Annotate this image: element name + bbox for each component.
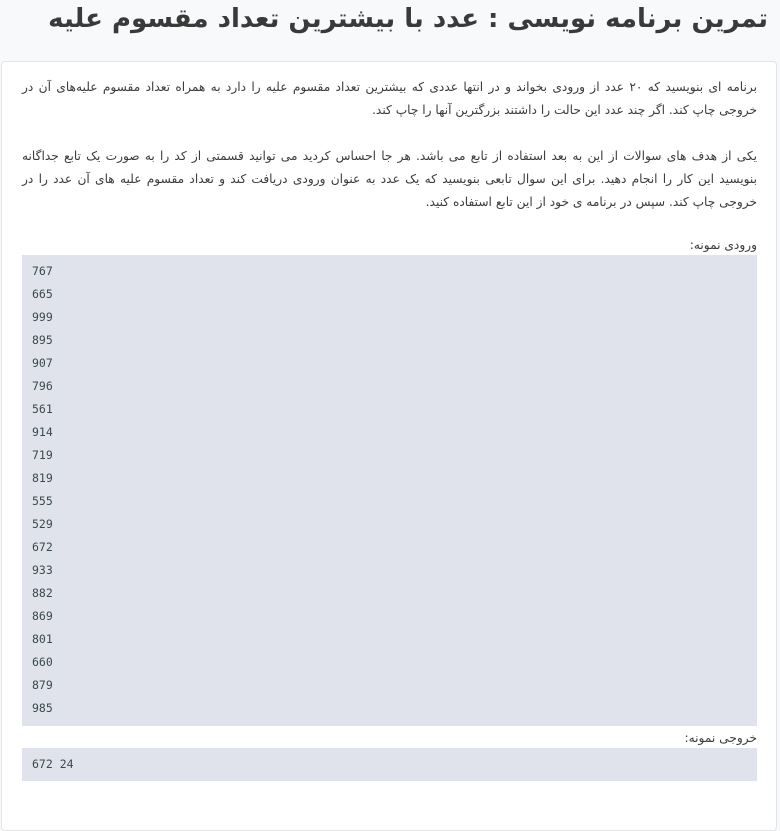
sample-input-line: 561	[32, 402, 53, 416]
sample-input-line: 660	[32, 655, 53, 669]
sample-input-line: 869	[32, 609, 53, 623]
problem-card: برنامه ای بنویسید که ۲۰ عدد از ورودی بخو…	[1, 61, 777, 831]
function-requirement: یکی از هدف های سوالات از این به بعد استف…	[22, 149, 757, 209]
sample-input-line: 719	[32, 448, 53, 462]
sample-input-line: 914	[32, 425, 53, 439]
sample-input-line: 985	[32, 701, 53, 715]
problem-body: برنامه ای بنویسید که ۲۰ عدد از ورودی بخو…	[22, 76, 757, 781]
sample-input-line: 555	[32, 494, 53, 508]
page-title: تمرین برنامه نویسی : عدد با بیشترین تعدا…	[48, 4, 768, 34]
problem-description: برنامه ای بنویسید که ۲۰ عدد از ورودی بخو…	[22, 80, 757, 117]
sample-input-block[interactable]: 767 665 999 895 907 796 561 914 719 819 …	[22, 255, 757, 726]
sample-input-line: 879	[32, 678, 53, 692]
sample-input-line: 529	[32, 517, 53, 531]
sample-input-line: 672	[32, 540, 53, 554]
sample-output-block[interactable]: 672 24	[22, 748, 757, 781]
sample-input-line: 882	[32, 586, 53, 600]
sample-input-line: 665	[32, 287, 53, 301]
sample-input-line: 999	[32, 310, 53, 324]
sample-input-label: ورودی نمونه:	[689, 238, 757, 252]
sample-input-line: 796	[32, 379, 53, 393]
sample-input-line: 895	[32, 333, 53, 347]
sample-input-line: 819	[32, 471, 53, 485]
sample-input-line: 933	[32, 563, 53, 577]
sample-output-label: خروجی نمونه:	[684, 731, 757, 745]
sample-output-line: 672 24	[32, 757, 74, 771]
sample-input-line: 907	[32, 356, 53, 370]
sample-input-line: 801	[32, 632, 53, 646]
sample-input-line: 767	[32, 264, 53, 278]
